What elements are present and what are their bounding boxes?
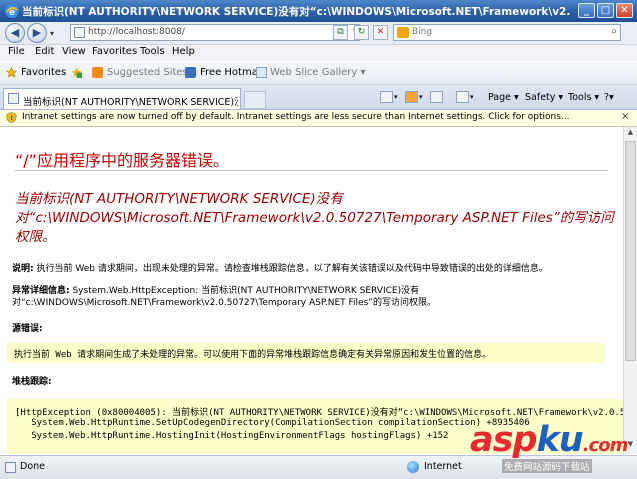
favorites-star-icon	[6, 67, 17, 78]
scroll-up-icon[interactable]: ▲	[625, 128, 636, 139]
watermark-logo-part: asp	[470, 420, 538, 460]
chevron-down-icon[interactable]: ▾	[419, 93, 423, 101]
back-button[interactable]: ◀	[5, 23, 25, 43]
chevron-down-icon[interactable]: ▾	[470, 93, 474, 101]
free-hotmail-link[interactable]: Free Hotmail	[200, 67, 263, 78]
favorites-button[interactable]: Favorites	[21, 67, 66, 78]
description: 说明: 执行当前 Web 请求期间，出现未处理的异常。请检查堆栈跟踪信息，以了解…	[12, 263, 612, 275]
scroll-thumb[interactable]	[625, 141, 636, 361]
close-button[interactable]: ✕	[616, 3, 633, 18]
source-error-label: 源错误:	[12, 324, 43, 334]
stop-icon[interactable]: ✕	[373, 25, 388, 40]
read-mail-icon[interactable]	[430, 91, 443, 103]
web-slice-gallery-link[interactable]: Web Slice Gallery ▾	[270, 67, 366, 78]
menu-view[interactable]: View	[62, 46, 86, 57]
exception-details: 异常详细信息: System.Web.HttpException: 当前标识(N…	[12, 285, 612, 309]
minimize-button[interactable]: _	[578, 3, 595, 18]
menu-tools[interactable]: Tools	[140, 46, 165, 57]
safety-menu[interactable]: Safety ▾	[525, 92, 563, 103]
feeds-icon[interactable]	[405, 91, 418, 103]
information-bar[interactable]: ! Intranet settings are now turned off b…	[0, 110, 637, 127]
menu-bar: File Edit View Favorites Tools Help	[0, 45, 637, 61]
information-bar-text[interactable]: Intranet settings are now turned off by …	[22, 112, 570, 122]
warning-shield-icon: !	[6, 112, 17, 123]
source-error-box: 执行当前 Web 请求期间生成了未处理的异常。可以使用下面的异常堆栈跟踪信息确定…	[7, 343, 605, 363]
description-label: 说明:	[12, 264, 34, 274]
menu-file[interactable]: File	[8, 46, 25, 57]
maximize-button[interactable]: □	[597, 3, 614, 18]
hotmail-icon	[185, 67, 196, 78]
web-slice-icon	[256, 67, 267, 78]
menu-favorites[interactable]: Favorites	[92, 46, 137, 57]
favorites-bar: Favorites Suggested Sites ▾ Free Hotmail…	[0, 62, 637, 85]
watermark-logo-part: ku	[536, 420, 584, 460]
home-icon[interactable]	[380, 91, 393, 103]
add-to-favorites-icon[interactable]	[71, 67, 82, 78]
ie-logo-icon: e	[5, 4, 19, 18]
security-zone[interactable]: Internet	[424, 461, 462, 472]
stack-trace-label: 堆栈跟踪:	[12, 377, 52, 387]
bing-icon	[397, 27, 409, 38]
suggested-sites-icon	[92, 67, 103, 78]
page-icon	[5, 462, 16, 473]
description-text: 执行当前 Web 请求期间，出现未处理的异常。请检查堆栈跟踪信息，以了解有关该错…	[33, 264, 548, 274]
chevron-down-icon[interactable]: ▾	[394, 93, 398, 101]
status-text: Done	[20, 461, 45, 472]
recent-pages-dropdown-icon[interactable]: ▾	[50, 29, 54, 38]
page-menu[interactable]: Page ▾	[488, 92, 519, 103]
svg-text:e: e	[9, 8, 15, 18]
address-toolbar: ◀ ▶ ▾ http://localhost:8008/ ▾ ⧉ ↻ ✕ Bin…	[0, 22, 637, 45]
menu-edit[interactable]: Edit	[35, 46, 54, 57]
page-icon	[8, 93, 19, 104]
watermark-tagline: 免费网站源码下载站	[502, 459, 592, 473]
new-tab-button[interactable]	[244, 91, 266, 109]
window-title: 当前标识(NT AUTHORITY\NETWORK SERVICE)没有对“c:…	[22, 6, 570, 18]
refresh-icon[interactable]: ↻	[354, 25, 369, 40]
error-title: “/”应用程序中的服务器错误。	[15, 151, 229, 170]
forward-button[interactable]: ▶	[27, 23, 47, 43]
stack-trace-line: System.Web.HttpRuntime.SetUpCodegenDirec…	[15, 418, 530, 428]
address-input[interactable]: http://localhost:8008/	[88, 27, 185, 37]
tab-active[interactable]: 当前标识(NT AUTHORITY\NETWORK SERVICE)没有...	[3, 88, 241, 109]
exception-details-text: System.Web.HttpException: 当前标识(NT AUTHOR…	[12, 286, 436, 308]
compatibility-view-icon[interactable]: ⧉	[333, 25, 348, 40]
search-box[interactable]: Bing ⌕	[393, 24, 621, 41]
svg-text:!: !	[10, 114, 13, 122]
watermark-logo-part: .com	[582, 435, 629, 456]
print-icon[interactable]	[456, 91, 469, 103]
page-icon	[74, 27, 85, 38]
stack-trace-line: [HttpException (0x80004005): 当前标识(NT AUT…	[15, 408, 623, 418]
tab-title: 当前标识(NT AUTHORITY\NETWORK SERVICE)没有...	[23, 97, 238, 108]
close-icon[interactable]: ×	[621, 111, 629, 122]
search-input[interactable]: Bing	[412, 27, 432, 37]
tab-row: 当前标识(NT AUTHORITY\NETWORK SERVICE)没有... …	[0, 85, 637, 110]
watermark: aspku.com 免费网站源码下载站	[470, 418, 637, 478]
exception-details-label: 异常详细信息:	[12, 286, 70, 296]
title-bar: e 当前标识(NT AUTHORITY\NETWORK SERVICE)没有对“…	[0, 0, 637, 22]
search-icon[interactable]: ⌕	[611, 26, 617, 37]
globe-icon	[407, 461, 419, 473]
error-subtitle: 当前标识(NT AUTHORITY\NETWORK SERVICE)没有对“c:…	[15, 191, 614, 245]
source-error-text: 执行当前 Web 请求期间生成了未处理的异常。可以使用下面的异常堆栈跟踪信息确定…	[14, 350, 492, 360]
menu-help[interactable]: Help	[172, 46, 195, 57]
vertical-scrollbar[interactable]: ▲ ▼	[623, 127, 637, 454]
address-bar[interactable]: http://localhost:8008/ ▾	[70, 24, 360, 41]
page-content: “/”应用程序中的服务器错误。 当前标识(NT AUTHORITY\NETWOR…	[0, 127, 623, 454]
stack-trace-line: System.Web.HttpRuntime.HostingInit(Hosti…	[15, 431, 449, 441]
tools-menu[interactable]: Tools ▾	[568, 92, 599, 103]
divider	[15, 170, 608, 171]
suggested-sites-link[interactable]: Suggested Sites ▾	[107, 67, 196, 78]
help-menu[interactable]: ?▾	[604, 92, 614, 103]
